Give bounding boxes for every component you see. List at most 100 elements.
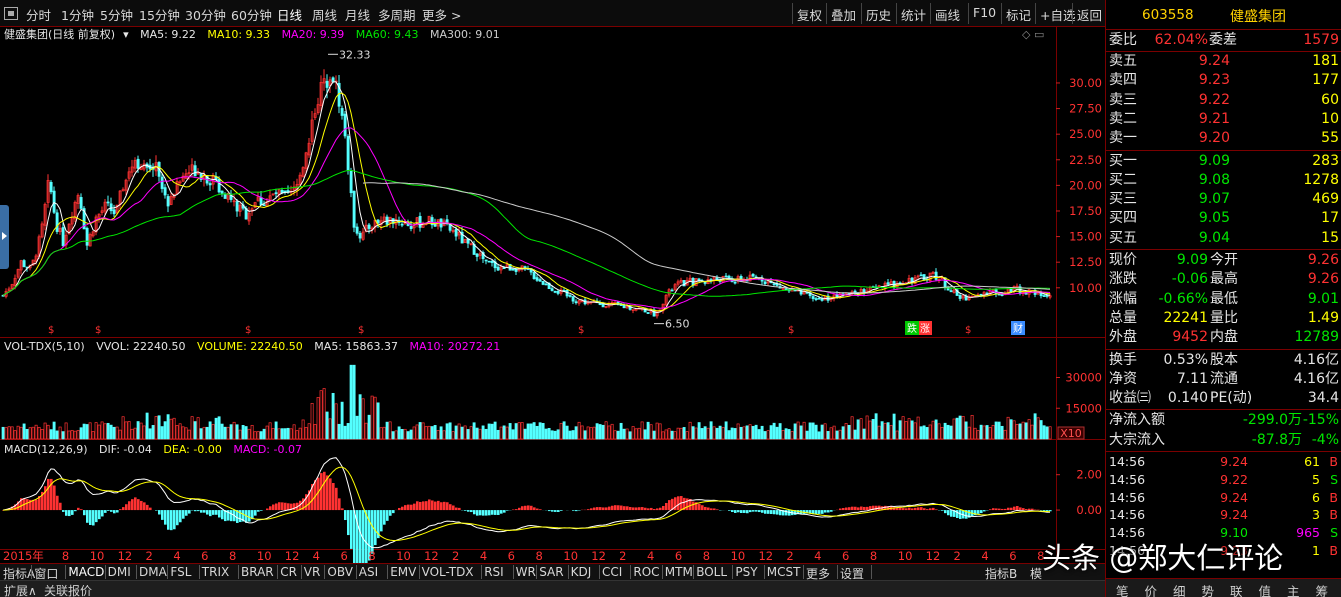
panel-tab-2[interactable]: 细 — [1173, 581, 1186, 597]
indicator-tab-2[interactable]: MACD — [68, 565, 104, 579]
weicha-value: 1579 — [1303, 32, 1339, 48]
sell-row-1[interactable]: 卖四 9.23 177 — [1106, 71, 1341, 91]
stat-row-2: 涨幅 -0.66% 最低 9.01 — [1106, 290, 1341, 310]
buy-row-1[interactable]: 买二 9.08 1278 — [1106, 171, 1341, 191]
sell-row-0[interactable]: 卖五 9.24 181 — [1106, 52, 1341, 72]
indicator-tab-8[interactable]: CR — [280, 565, 297, 579]
volume-bar — [451, 431, 455, 440]
event-marker-1[interactable]: 跌 — [907, 322, 917, 335]
indicator-tab-6[interactable]: TRIX — [202, 565, 229, 579]
event-marker-0[interactable]: 涨 — [920, 323, 930, 335]
period-tab-10[interactable]: 更多 > — [422, 5, 461, 24]
period-tab-6[interactable]: 日线 — [277, 5, 302, 24]
buy-row-0[interactable]: 买一 9.09 283 — [1106, 152, 1341, 172]
indicator-tab-13[interactable]: VOL-TDX — [422, 565, 474, 579]
indicator-tab-11[interactable]: ASI — [359, 565, 378, 579]
volume-bar — [496, 429, 500, 440]
macd-bar — [149, 507, 152, 511]
ext-tab-1[interactable]: 关联报价 — [44, 582, 92, 597]
period-tab-2[interactable]: 5分钟 — [100, 5, 133, 24]
indicator-tab-17[interactable]: KDJ — [571, 565, 592, 579]
panel-tab-4[interactable]: 联 — [1230, 581, 1243, 597]
sell-row-4[interactable]: 卖一 9.20 55 — [1106, 129, 1341, 149]
sell-row-2[interactable]: 卖三 9.22 60 — [1106, 91, 1341, 111]
window-icon[interactable] — [4, 7, 18, 20]
toolbar-action-0[interactable]: 复权 — [797, 5, 822, 24]
indicator-tab-15[interactable]: WR — [516, 565, 536, 579]
kline-chart-area[interactable]: 30.00 27.50 25.00 22.50 20.00 17.50 15.00 12.50… — [0, 27, 1105, 575]
indicator-tab-10[interactable]: OBV — [327, 565, 353, 579]
event-marker-2[interactable]: 财 — [1013, 322, 1023, 335]
indicator-tab-16[interactable]: SAR — [539, 565, 563, 579]
panel-tab-3[interactable]: 势 — [1202, 581, 1215, 597]
toolbar-action-8[interactable]: 返回 — [1077, 5, 1102, 24]
period-tab-3[interactable]: 15分钟 — [139, 5, 180, 24]
sell-row-3[interactable]: 卖二 9.21 10 — [1106, 110, 1341, 130]
ext-tab-0[interactable]: 扩展∧ — [4, 582, 37, 597]
period-tab-1[interactable]: 1分钟 — [61, 5, 94, 24]
time-label: 12 — [118, 549, 133, 563]
volume-bar — [793, 423, 797, 440]
indicator-tab-21[interactable]: BOLL — [696, 565, 727, 579]
expand-sidebar-handle[interactable] — [0, 205, 9, 269]
period-toolbar: 分时 1分钟 5分钟 15分钟 30分钟 60分钟 日线 周线 月线 多周期 更多 > 复权 叠加 历史统… — [0, 0, 1105, 27]
macd-bar — [533, 507, 536, 511]
indicator-tab-22[interactable]: PSY — [735, 565, 757, 579]
period-tab-0[interactable]: 分时 — [26, 5, 51, 24]
indicator-tab-4[interactable]: DMA — [139, 565, 167, 579]
period-tab-7[interactable]: 周线 — [312, 5, 337, 24]
period-tab-5[interactable]: 60分钟 — [231, 5, 272, 24]
toolbar-action-1[interactable]: 叠加 — [831, 5, 856, 24]
stat-value: 9.01 — [1307, 290, 1339, 307]
buy-row-2[interactable]: 买三 9.07 469 — [1106, 190, 1341, 210]
indicator-tab-23[interactable]: MCST — [767, 565, 801, 579]
panel-tab-6[interactable]: 主 — [1287, 581, 1300, 597]
volume-bar — [19, 426, 23, 440]
indicator-tab-7[interactable]: BRAR — [241, 565, 274, 579]
period-tab-9[interactable]: 多周期 — [378, 5, 416, 24]
indicator-tab-3[interactable]: DMI — [108, 565, 131, 579]
panel-tab-1[interactable]: 价 — [1145, 581, 1158, 597]
macd-bar — [608, 506, 611, 511]
macd-bar — [158, 510, 161, 515]
macd-bar — [104, 510, 107, 513]
volume-bar — [706, 427, 710, 440]
tab-separator — [693, 565, 695, 579]
chart-corner-icons[interactable]: ◇ ▭ — [1022, 28, 1044, 42]
buy-row-4[interactable]: 买五 9.04 15 — [1106, 229, 1341, 249]
toolbar-action-3[interactable]: 统计 — [901, 5, 926, 24]
chart-settings-icon[interactable]: ▾ — [123, 28, 129, 41]
panel-tab-5[interactable]: 值 — [1259, 581, 1272, 597]
indicator-tab-5[interactable]: FSL — [170, 565, 191, 579]
toolbar-action-4[interactable]: 画线 — [935, 5, 960, 24]
time-label: 2015年 — [3, 549, 44, 563]
toolbar-action-5[interactable]: F10 — [973, 5, 996, 20]
tick-price: 9.24 — [1220, 454, 1248, 469]
volume-bar — [205, 426, 209, 440]
indicator-tab-12[interactable]: EMV — [390, 565, 416, 579]
macd-label: MACD: -0.07 — [233, 443, 302, 456]
macd-bar — [956, 510, 959, 519]
toolbar-action-2[interactable]: 历史 — [866, 5, 891, 24]
volume-bar — [544, 428, 548, 440]
panel-tab-0[interactable]: 笔 — [1116, 581, 1129, 597]
toolbar-action-7[interactable]: +自选 — [1040, 5, 1075, 24]
flow-row-1: 大宗流入 -87.8万 -4% — [1106, 431, 1341, 451]
stat2-value: 4.16亿 — [1293, 351, 1339, 368]
period-tab-4[interactable]: 30分钟 — [185, 5, 226, 24]
kline-svg[interactable]: 30.0027.5025.0022.5020.0017.5015.0012.50… — [0, 27, 1105, 575]
indicator-tab-9[interactable]: VR — [304, 565, 321, 579]
toolbar-action-6[interactable]: 标记 — [1006, 5, 1031, 24]
indicator-tab-19[interactable]: ROC — [633, 565, 659, 579]
indicator-tab-18[interactable]: CCI — [602, 565, 622, 579]
panel-tab-7[interactable]: 筹 — [1316, 581, 1329, 597]
indicator-tab-14[interactable]: RSI — [484, 565, 504, 579]
volume-bar — [310, 402, 314, 440]
volume-bar — [604, 421, 608, 440]
volume-bar — [1048, 426, 1052, 440]
buy-row-3[interactable]: 买四 9.05 17 — [1106, 209, 1341, 229]
period-tab-8[interactable]: 月线 — [345, 5, 370, 24]
volume-bar — [883, 422, 887, 440]
macd-bar — [68, 510, 71, 517]
indicator-tab-20[interactable]: MTM — [665, 565, 693, 579]
